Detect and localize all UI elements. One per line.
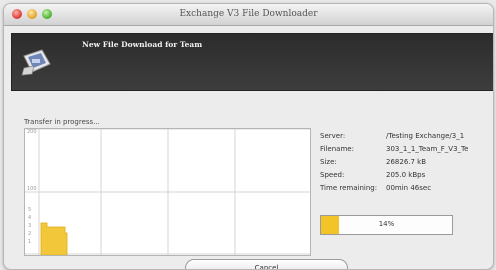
size-label: Size: [320, 158, 337, 166]
downloader-window: Exchange V3 File Downloader New File Dow… [3, 3, 494, 270]
cancel-button[interactable]: Cancel [185, 259, 348, 269]
axis-value: 3 [28, 223, 32, 229]
transfer-graph: 200 100 5 4 3 2 1 [24, 128, 311, 256]
size-value: 26826.7 kB [386, 158, 427, 166]
progress-percent-label: 14% [378, 220, 395, 228]
axis-value: 4 [28, 215, 32, 221]
file-download-icon [21, 49, 51, 76]
download-progress-bar: 14% [320, 215, 453, 235]
axis-value: 100 [27, 186, 37, 192]
header-banner: New File Download for Team [11, 33, 493, 91]
filename-value: 303_1_1_Team_F_V3_Te [386, 145, 469, 153]
axis-value: 200 [27, 129, 37, 135]
speed-label: Speed: [320, 171, 345, 179]
window-title: Exchange V3 File Downloader [179, 9, 318, 19]
time-remaining-label: Time remaining: [320, 184, 378, 192]
transfer-graph-area [40, 222, 68, 255]
time-remaining-value: 00min 46sec [386, 184, 432, 192]
server-value: /Testing Exchange/3_1 [386, 132, 465, 140]
axis-value: 1 [28, 239, 32, 245]
title-bar: Exchange V3 File Downloader [4, 4, 493, 26]
speed-value: 205.0 kBps [386, 171, 426, 179]
server-label: Server: [320, 132, 346, 140]
filename-label: Filename: [320, 145, 354, 153]
banner-heading: New File Download for Team [82, 40, 203, 49]
transfer-status-label: Transfer in progress... [24, 118, 100, 126]
axis-value: 5 [28, 207, 32, 213]
axis-value: 2 [28, 231, 32, 237]
